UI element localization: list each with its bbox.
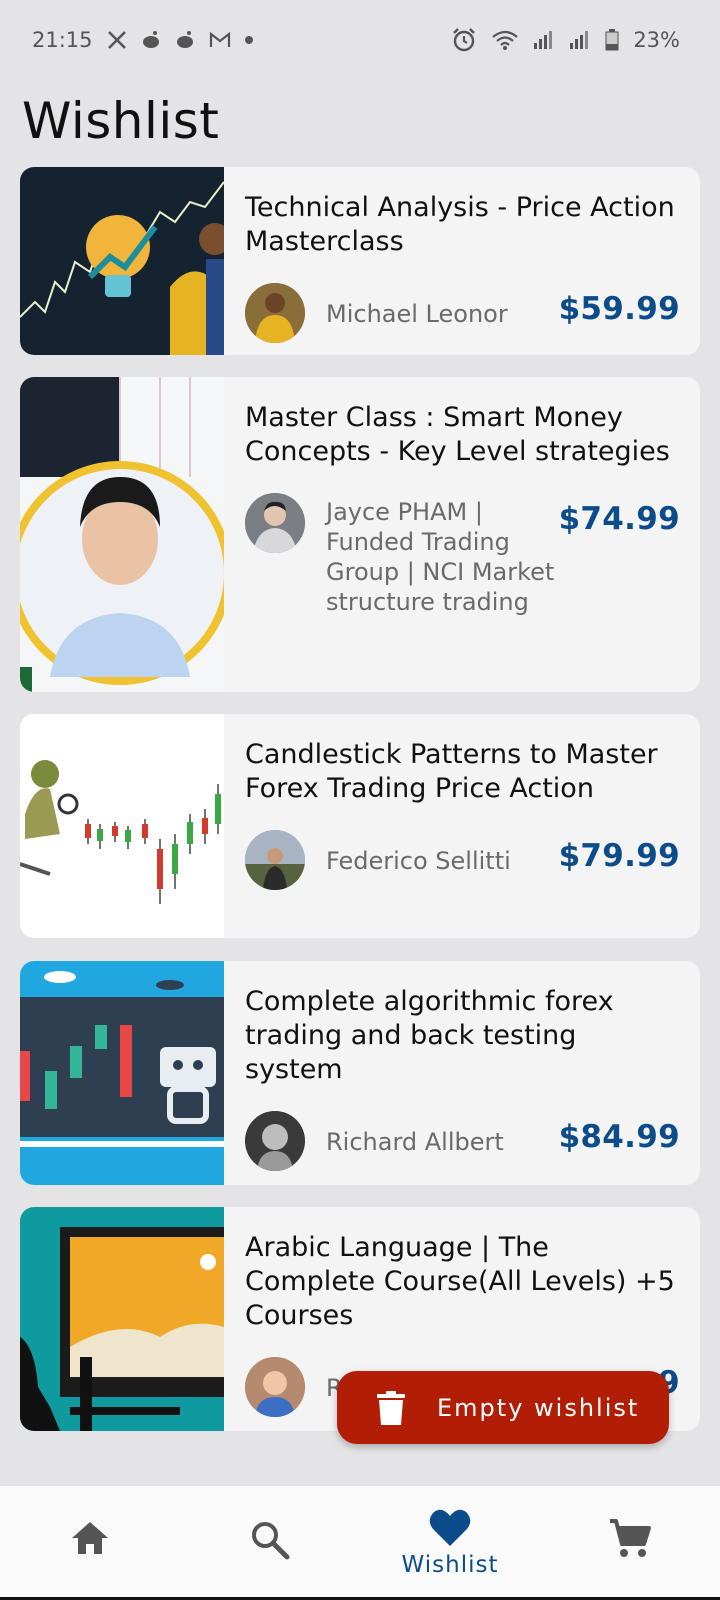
bottom-navigation: Wishlist xyxy=(0,1485,720,1600)
course-info: Complete algorithmic forex trading and b… xyxy=(224,961,700,1185)
course-price: $84.99 xyxy=(558,1119,680,1155)
status-right: 23% xyxy=(451,27,680,53)
course-price: $74.99 xyxy=(558,501,680,537)
course-title[interactable]: Technical Analysis - Price Action Master… xyxy=(245,191,680,259)
instructor-name: Jayce PHAM | Funded Trading Group | NCI … xyxy=(326,498,555,616)
course-meta: Federico Sellitti $79.99 xyxy=(245,830,680,890)
course-title[interactable]: Complete algorithmic forex trading and b… xyxy=(245,985,680,1087)
course-title[interactable]: Candlestick Patterns to Master Forex Tra… xyxy=(245,738,680,806)
nav-wishlist[interactable]: Wishlist xyxy=(360,1486,540,1600)
course-meta: Michael Leonor $59.99 xyxy=(245,283,680,343)
gmail-icon xyxy=(209,31,231,49)
course-title[interactable]: Arabic Language | The Complete Course(Al… xyxy=(245,1231,680,1333)
nav-search[interactable] xyxy=(180,1486,360,1600)
nav-wishlist-label: Wishlist xyxy=(401,1552,499,1578)
course-thumbnail xyxy=(20,167,224,355)
page-title: Wishlist xyxy=(22,92,220,150)
course-meta: Jayce PHAM | Funded Trading Group | NCI … xyxy=(245,493,680,617)
course-card[interactable]: Candlestick Patterns to Master Forex Tra… xyxy=(20,714,700,938)
heart-icon xyxy=(428,1508,472,1552)
search-icon xyxy=(250,1520,290,1564)
alarm-icon xyxy=(451,27,477,53)
nav-cart[interactable] xyxy=(540,1486,720,1600)
course-info: Master Class : Smart Money Concepts - Ke… xyxy=(224,377,700,692)
battery-icon xyxy=(605,29,619,51)
course-thumbnail xyxy=(20,1207,224,1431)
avatar xyxy=(245,493,305,553)
avatar xyxy=(245,1111,305,1171)
status-left: 21:15 xyxy=(32,28,253,52)
home-icon xyxy=(70,1520,110,1560)
status-bar: 21:15 23% xyxy=(0,0,720,80)
instructor-name: Richard Allbert xyxy=(326,1128,504,1156)
course-thumbnail xyxy=(20,961,224,1185)
course-card[interactable]: Master Class : Smart Money Concepts - Ke… xyxy=(20,377,700,692)
cart-icon xyxy=(608,1518,652,1564)
avatar xyxy=(245,283,305,343)
signal-icon xyxy=(569,30,591,50)
avatar xyxy=(245,830,305,890)
empty-wishlist-button[interactable]: Empty wishlist xyxy=(337,1371,669,1444)
signal-icon xyxy=(533,30,555,50)
course-info: Candlestick Patterns to Master Forex Tra… xyxy=(224,714,700,938)
course-thumbnail xyxy=(20,714,224,938)
course-title[interactable]: Master Class : Smart Money Concepts - Ke… xyxy=(245,401,680,469)
nav-home[interactable] xyxy=(0,1486,180,1600)
reddit-icon xyxy=(175,30,195,50)
course-thumbnail xyxy=(20,377,224,692)
wifi-icon xyxy=(491,29,519,51)
course-meta: Richard Allbert $84.99 xyxy=(245,1111,680,1171)
battery-level: 23% xyxy=(633,28,680,52)
course-price: $79.99 xyxy=(558,838,680,874)
reddit-icon xyxy=(141,30,161,50)
x-icon xyxy=(107,30,127,50)
instructor-name: Federico Sellitti xyxy=(326,847,511,875)
instructor-name: Michael Leonor xyxy=(326,300,508,328)
notification-dot xyxy=(244,36,253,44)
avatar xyxy=(245,1357,305,1417)
clock: 21:15 xyxy=(32,28,93,52)
course-price: $59.99 xyxy=(558,291,680,327)
course-card[interactable]: Complete algorithmic forex trading and b… xyxy=(20,961,700,1185)
course-card[interactable]: Technical Analysis - Price Action Master… xyxy=(20,167,700,355)
course-info: Technical Analysis - Price Action Master… xyxy=(224,167,700,355)
empty-wishlist-label: Empty wishlist xyxy=(437,1393,640,1422)
trash-icon xyxy=(377,1390,405,1425)
